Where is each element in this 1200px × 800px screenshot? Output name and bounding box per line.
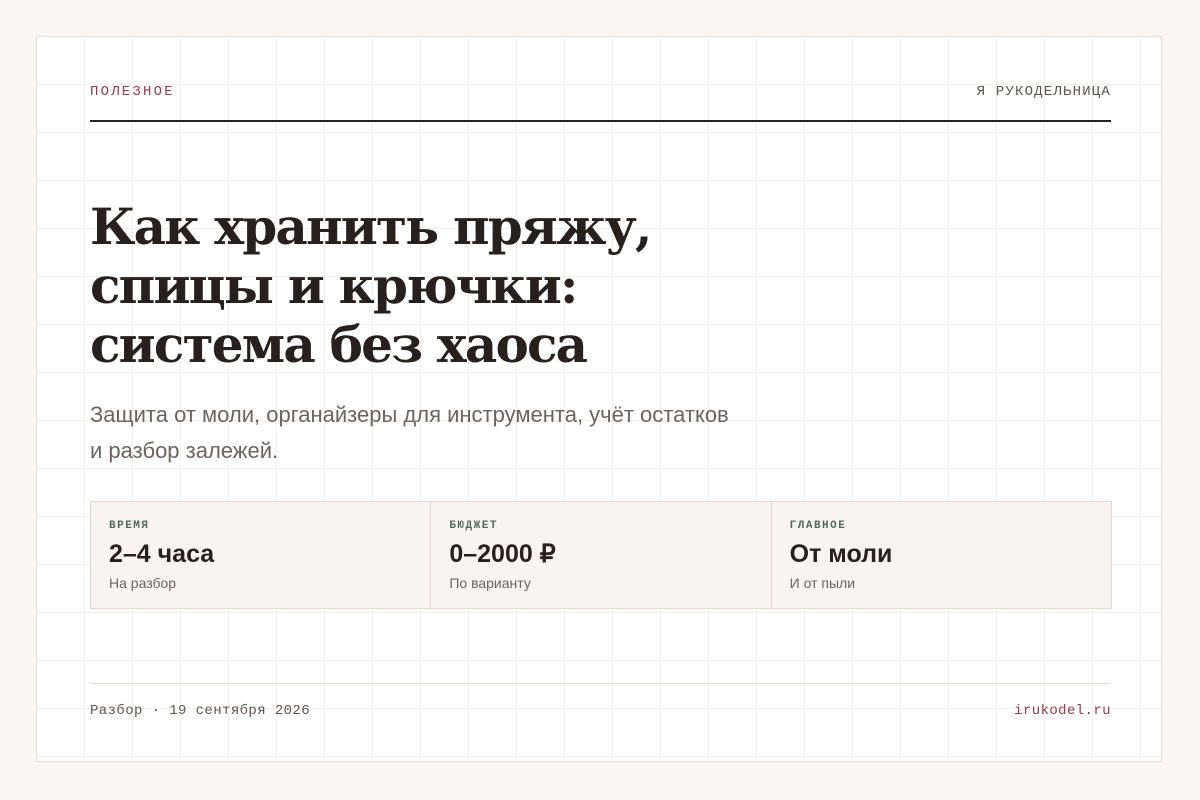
stat-time: ВРЕМЯ 2–4 часа На разбор: [91, 502, 432, 608]
stat-value: 0–2000 ₽: [449, 540, 556, 568]
category-kicker: ПОЛЕЗНОЕ: [90, 84, 175, 100]
stat-label: ГЛАВНОЕ: [789, 520, 847, 532]
publish-meta: Разбор · 19 сентября 2026: [90, 703, 311, 719]
card-footer: Разбор · 19 сентября 2026 irukodel.ru: [90, 683, 1111, 724]
stat-value: 2–4 часа: [109, 540, 215, 568]
stat-label: БЮДЖЕТ: [449, 520, 498, 532]
stat-value: От моли: [789, 540, 893, 568]
stat-label: ВРЕМЯ: [109, 520, 150, 532]
article-card: ПОЛЕЗНОЕ Я РУКОДЕЛЬНИЦА Как хранить пряж…: [36, 36, 1162, 762]
stat-note: На разбор: [109, 575, 177, 591]
site-link[interactable]: irukodel.ru: [1014, 703, 1111, 719]
stats-panel: ВРЕМЯ 2–4 часа На разбор БЮДЖЕТ 0–2000 ₽…: [90, 501, 1112, 609]
card-header: ПОЛЕЗНОЕ Я РУКОДЕЛЬНИЦА: [90, 84, 1111, 122]
article-subtitle: Защита от моли, органайзеры для инструме…: [90, 402, 729, 463]
brand-name: Я РУКОДЕЛЬНИЦА: [976, 84, 1111, 100]
stat-note: И от пыли: [789, 575, 856, 591]
stat-note: По варианту: [449, 575, 531, 591]
stat-budget: БЮДЖЕТ 0–2000 ₽ По варианту: [431, 502, 772, 608]
stat-main: ГЛАВНОЕ От моли И от пыли: [772, 502, 1111, 608]
page-title: Как хранить пряжу, спицы и крючки: систе…: [90, 197, 652, 374]
